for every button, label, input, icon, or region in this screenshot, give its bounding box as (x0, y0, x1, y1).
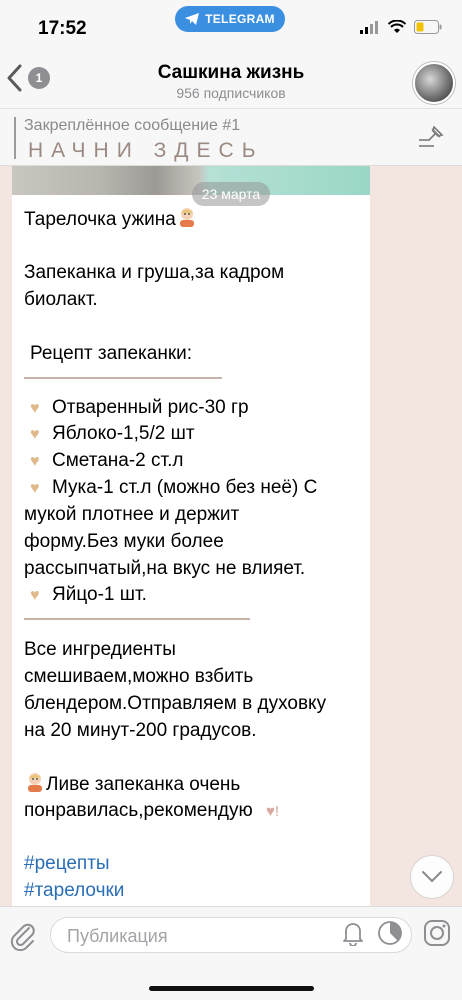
timer-icon[interactable] (377, 920, 403, 946)
telegram-return-pill[interactable]: TELEGRAM (175, 6, 285, 32)
bell-icon[interactable] (342, 920, 364, 946)
ingredient-item: ♥ Яйцо-1 шт. (30, 582, 147, 609)
message-text: форму.Без муки более (24, 531, 224, 552)
heart-bullet-icon: ♥ (30, 587, 40, 604)
message-text: Ливе запеканка очень (46, 774, 241, 795)
heart-bullet-icon: ♥ (30, 426, 40, 443)
message-text: Запеканка и груша,за кадром (24, 262, 285, 283)
message-text: на 20 минут-200 градусов. (24, 720, 257, 741)
ingredient-text: Яблоко-1,5/2 шт (52, 423, 195, 444)
message-text: Все ингредиенты (24, 639, 176, 660)
pinned-indicator (14, 117, 16, 159)
ingredient-text: Яйцо-1 шт. (52, 584, 147, 605)
ingredient-text: Мука-1 ст.л (можно без неё) С (52, 477, 318, 498)
message-text: биолакт. (24, 289, 98, 310)
status-icons (360, 20, 442, 34)
subscriber-count: 956 подписчиков (176, 85, 286, 101)
scroll-down-button[interactable] (410, 855, 454, 899)
message-text: Тарелочка ужина (24, 209, 176, 230)
date-pill: 23 марта (192, 182, 270, 206)
home-indicator (149, 986, 314, 991)
baby-emoji-icon (176, 206, 198, 228)
hashtag-link[interactable]: #рецепты (24, 851, 110, 877)
ingredient-item: ♥ Яблоко-1,5/2 шт (30, 421, 195, 448)
message-line: понравилась,рекомендую ♥! (24, 798, 279, 825)
heart-end-icon: ♥! (266, 803, 280, 820)
hashtag-link[interactable]: #тарелочки (24, 878, 124, 904)
paperclip-icon[interactable] (10, 919, 36, 951)
ingredient-text: Отваренный рис-30 гр (52, 397, 249, 418)
channel-title[interactable]: Сашкина жизнь (0, 62, 462, 84)
input-placeholder: Публикация (67, 926, 168, 946)
battery-icon (414, 20, 442, 34)
recipe-title: Рецепт запеканки: (30, 343, 193, 364)
heart-bullet-icon: ♥ (30, 453, 40, 470)
message-text: мукой плотнее и держит (24, 504, 240, 525)
divider (24, 618, 250, 620)
ingredient-text: Сметана-2 ст.л (52, 450, 184, 471)
message-text: понравилась,рекомендую (24, 800, 253, 821)
message-text: блендером.Отправляем в духовку (24, 693, 327, 714)
camera-icon[interactable] (423, 919, 451, 947)
channel-avatar[interactable] (413, 62, 455, 104)
pin-list-icon[interactable] (418, 126, 444, 148)
heart-bullet-icon: ♥ (30, 480, 40, 497)
ingredient-item: ♥ Отваренный рис-30 гр (30, 395, 249, 422)
wifi-icon (388, 20, 406, 33)
telegram-icon (185, 13, 200, 25)
message-line: Тарелочка ужина (24, 206, 198, 233)
pinned-message-bar[interactable]: Закреплённое сообщение #1 НАЧНИ ЗДЕСЬ (0, 108, 462, 166)
status-bar: 17:52 TELEGRAM (0, 0, 462, 56)
message-text: смешиваем,можно взбить (24, 666, 254, 687)
chat-header: 1 Сашкина жизнь 956 подписчиков (0, 56, 462, 108)
message-text: рассыпчатый,на вкус не влияет. (24, 558, 306, 579)
chevron-down-icon (422, 871, 442, 883)
pinned-text: НАЧНИ ЗДЕСЬ (28, 139, 264, 162)
telegram-label: TELEGRAM (205, 12, 275, 26)
message-photo[interactable] (12, 166, 370, 195)
baby-emoji-icon (24, 771, 46, 793)
status-time: 17:52 (38, 18, 87, 39)
heart-bullet-icon: ♥ (30, 400, 40, 417)
ingredient-item: ♥ Сметана-2 ст.л (30, 448, 183, 475)
signal-icon (360, 21, 378, 34)
message-line: Ливе запеканка очень (24, 771, 240, 798)
divider (24, 377, 222, 379)
ingredient-item: ♥ Мука-1 ст.л (можно без неё) С (30, 475, 317, 502)
pinned-label: Закреплённое сообщение #1 (24, 117, 241, 134)
